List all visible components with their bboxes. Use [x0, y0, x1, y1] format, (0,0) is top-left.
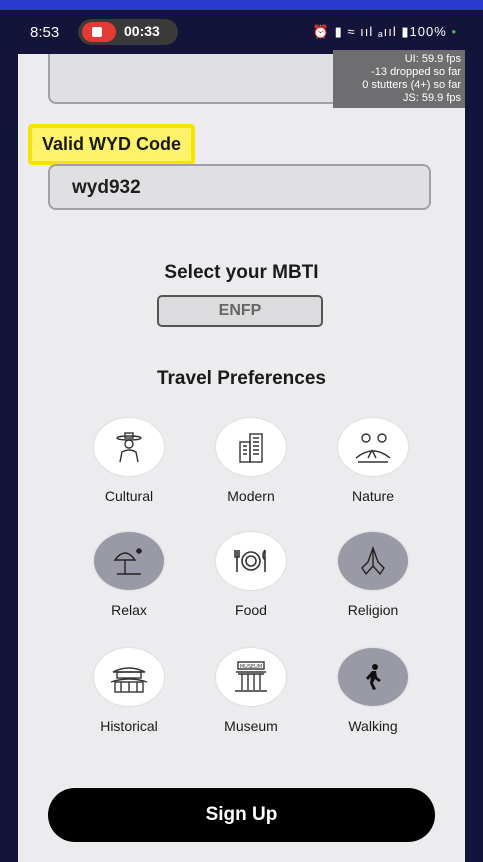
- buildings-icon: [216, 418, 286, 476]
- mbti-select[interactable]: ENFP: [157, 295, 323, 327]
- pref-label: Historical: [100, 718, 158, 734]
- pref-walking[interactable]: Walking: [313, 648, 433, 734]
- phone-screen: 8:53 00:33 ⏰ ▮ ≈ ııl ₐııl ▮100% • UI: 59…: [18, 10, 465, 862]
- wyd-code-input[interactable]: wyd932: [48, 164, 431, 210]
- pref-label: Food: [235, 602, 267, 618]
- screen-record-indicator[interactable]: 00:33: [78, 19, 178, 45]
- pref-nature[interactable]: Nature: [313, 418, 433, 504]
- perf-line-1: UI: 59.9 fps: [404, 53, 461, 65]
- pref-museum[interactable]: MUSEUM Museum: [191, 648, 311, 734]
- perf-line-3: 0 stutters (4+) so far: [362, 79, 461, 91]
- beach-umbrella-icon: [94, 532, 164, 590]
- status-time: 8:53: [30, 24, 60, 41]
- pref-religion[interactable]: Religion: [313, 532, 433, 618]
- status-bar: 8:53 00:33 ⏰ ▮ ≈ ııl ₐııl ▮100% •: [18, 10, 465, 54]
- pref-label: Walking: [348, 718, 398, 734]
- pref-historical[interactable]: Historical: [69, 648, 189, 734]
- record-time: 00:33: [124, 23, 160, 39]
- travel-preferences-title: Travel Preferences: [156, 368, 326, 389]
- pref-cultural[interactable]: Cultural: [69, 418, 189, 504]
- pref-food[interactable]: Food: [191, 532, 311, 618]
- wyd-code-label: Valid WYD Code: [28, 124, 196, 165]
- pref-label: Cultural: [104, 488, 154, 504]
- mountain-tree-icon: [338, 418, 408, 476]
- pref-relax[interactable]: Relax: [69, 532, 189, 618]
- museum-icon: MUSEUM: [216, 648, 286, 706]
- perf-line-4: JS: 59.9 fps: [402, 92, 461, 104]
- pref-label: Museum: [224, 718, 278, 734]
- svg-text:MUSEUM: MUSEUM: [240, 664, 262, 670]
- pref-label: Religion: [347, 602, 399, 618]
- top-band: [0, 0, 483, 10]
- person-hat-icon: [94, 418, 164, 476]
- system-status-icons: ⏰ ▮ ≈ ııl ₐııl ▮100%: [312, 24, 447, 39]
- palace-icon: [94, 648, 164, 706]
- system-icons: ⏰ ▮ ≈ ııl ₐııl ▮100% •: [313, 24, 457, 40]
- left-frame: [0, 10, 18, 862]
- battery-dot-icon: •: [451, 24, 457, 39]
- sign-up-button[interactable]: Sign Up: [48, 788, 435, 842]
- perf-line-2: -13 dropped so far: [371, 66, 461, 78]
- record-icon: [82, 22, 116, 42]
- right-frame: [465, 10, 483, 862]
- pref-label: Modern: [227, 488, 275, 504]
- pref-modern[interactable]: Modern: [191, 418, 311, 504]
- praying-hands-icon: [338, 532, 408, 590]
- plate-cutlery-icon: [216, 532, 286, 590]
- walking-person-icon: [338, 648, 408, 706]
- pref-label: Nature: [351, 488, 395, 504]
- mbti-title: Select your MBTI: [164, 262, 319, 283]
- pref-label: Relax: [111, 602, 147, 618]
- perf-overlay: UI: 59.9 fps -13 dropped so far 0 stutte…: [333, 50, 465, 108]
